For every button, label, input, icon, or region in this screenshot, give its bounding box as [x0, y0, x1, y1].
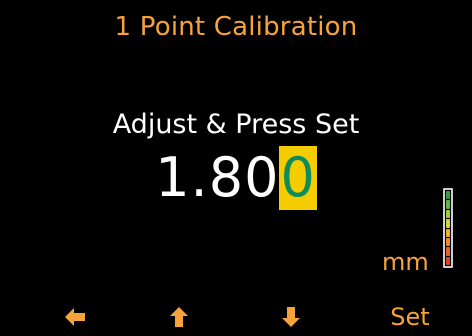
active-digit-cursor[interactable]: 0 [279, 146, 317, 210]
softkey-down-button[interactable] [276, 300, 306, 334]
screen-title: 1 Point Calibration [114, 12, 358, 42]
arrow-left-icon [65, 308, 85, 326]
arrow-down-icon [282, 307, 300, 327]
level-meter-segment [446, 247, 450, 256]
unit-label: mm [382, 248, 429, 276]
level-meter-segment [446, 228, 450, 237]
softkey-up-button[interactable] [164, 300, 194, 334]
calibration-value: 1.800 [0, 146, 472, 210]
softkey-left-button[interactable] [60, 300, 90, 334]
level-meter-segment [446, 237, 450, 247]
level-meter-segment [446, 256, 450, 265]
level-meter-segment [446, 200, 450, 209]
level-meter-segment [446, 209, 450, 219]
level-meter [443, 188, 453, 268]
softkey-set-button[interactable]: Set [380, 300, 440, 334]
level-meter-segment [446, 191, 450, 200]
value-fixed-digits: 1.80 [155, 146, 280, 209]
arrow-up-icon [170, 307, 188, 327]
level-meter-segment [446, 219, 450, 228]
instruction-text: Adjust & Press Set [112, 109, 360, 140]
